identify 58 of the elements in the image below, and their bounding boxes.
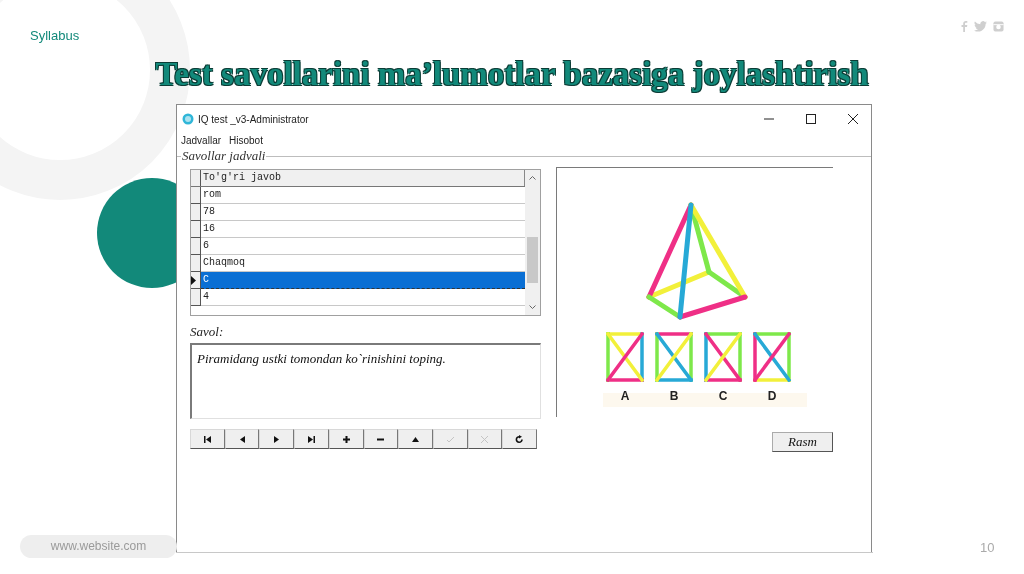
maximize-icon[interactable] bbox=[806, 114, 816, 124]
row-indicator[interactable] bbox=[191, 238, 201, 255]
window-title: IQ test _v3-Administrator bbox=[198, 112, 309, 127]
check-icon bbox=[445, 434, 455, 444]
app-icon bbox=[182, 113, 194, 125]
table-cell[interactable]: 4 bbox=[201, 289, 525, 306]
navigator-button[interactable] bbox=[294, 429, 329, 449]
square-option-drawing bbox=[606, 332, 644, 382]
navigator-button[interactable] bbox=[363, 429, 399, 449]
square-option-drawing bbox=[655, 332, 693, 382]
question-label: Savol: bbox=[190, 324, 225, 340]
row-indicator[interactable] bbox=[191, 187, 201, 204]
image-button[interactable]: Rasm bbox=[772, 432, 833, 452]
question-text: Piramidang ustki tomondan ko`rinishini toping. bbox=[197, 351, 446, 366]
close-icon[interactable] bbox=[848, 114, 858, 124]
scrollbar[interactable] bbox=[525, 170, 540, 315]
table-cell[interactable]: 78 bbox=[201, 204, 525, 221]
row-indicator[interactable] bbox=[191, 255, 201, 272]
square-option-drawing bbox=[704, 332, 742, 382]
navigator-button[interactable] bbox=[328, 429, 364, 449]
navigator-button[interactable] bbox=[398, 429, 433, 449]
menu-item[interactable]: Hisobot bbox=[229, 132, 263, 148]
section-label: Syllabus bbox=[30, 27, 80, 45]
option-label: D bbox=[767, 389, 777, 403]
menu-item[interactable]: Jadvallar bbox=[181, 132, 222, 148]
group-title: Savollar jadvali bbox=[181, 148, 267, 164]
row-indicator[interactable] bbox=[191, 289, 201, 306]
scroll-up-icon[interactable] bbox=[529, 175, 536, 180]
table-cell[interactable]: C bbox=[201, 272, 525, 289]
navigator-button[interactable] bbox=[224, 429, 260, 449]
cross-icon bbox=[480, 434, 490, 444]
scroll-down-icon[interactable] bbox=[529, 305, 536, 310]
table-cell[interactable]: 6 bbox=[201, 238, 525, 255]
table-cell[interactable]: Chaqmoq bbox=[201, 255, 525, 272]
last-icon bbox=[306, 434, 316, 444]
row-pointer-icon bbox=[191, 275, 196, 285]
plus-icon bbox=[341, 434, 351, 444]
left-triangle-icon bbox=[237, 434, 247, 444]
navigator-button[interactable] bbox=[190, 429, 225, 449]
navigator-button[interactable] bbox=[502, 429, 538, 449]
option-label: A bbox=[620, 389, 630, 403]
option-label: B bbox=[669, 389, 679, 403]
refresh-icon bbox=[515, 434, 525, 444]
question-field[interactable]: Piramidang ustki tomondan ko`rinishini toping. bbox=[190, 343, 541, 419]
option-label: C bbox=[718, 389, 728, 403]
scroll-thumb[interactable] bbox=[527, 237, 538, 283]
navigator-button[interactable] bbox=[259, 429, 295, 449]
row-indicator[interactable] bbox=[191, 204, 201, 221]
slide-title: Test savollarini ma’lumotlar bazasiga joylashtirish bbox=[155, 55, 869, 94]
square-option-drawing bbox=[753, 332, 791, 382]
first-icon bbox=[202, 434, 212, 444]
table-cell[interactable]: 16 bbox=[201, 221, 525, 238]
header-corner bbox=[191, 170, 201, 186]
page-number: 10 bbox=[980, 539, 995, 557]
row-indicator[interactable] bbox=[191, 221, 201, 238]
right-triangle-icon bbox=[272, 434, 282, 444]
column-header[interactable]: To'g'ri javob bbox=[201, 170, 525, 186]
up-triangle-icon bbox=[411, 434, 421, 444]
